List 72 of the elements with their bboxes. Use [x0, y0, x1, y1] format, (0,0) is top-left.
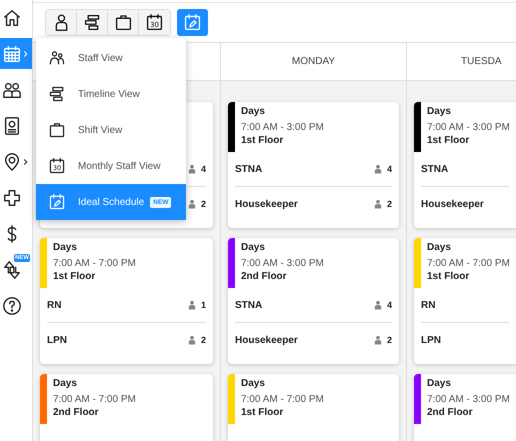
- timeline-bars-icon: [82, 13, 102, 32]
- person-icon: [372, 335, 383, 345]
- shift-location: 1st Floor: [427, 271, 470, 282]
- person-icon: [186, 164, 197, 174]
- menu-item[interactable]: Shift View: [36, 112, 186, 148]
- role-name: Housekeeper: [235, 334, 299, 346]
- role-name: STNA: [235, 300, 264, 310]
- shift-name: Days: [427, 242, 451, 253]
- shift-time: 7:00 AM - 3:00 PM: [427, 394, 510, 405]
- view-button[interactable]: [46, 10, 77, 35]
- shift-location: 1st Floor: [53, 271, 96, 282]
- role-name: LPN: [421, 334, 442, 346]
- staff-count: 4: [200, 164, 206, 174]
- calendar-pen-icon: [183, 13, 202, 32]
- plus-icon: [2, 188, 22, 208]
- menu-item[interactable]: Staff View: [36, 40, 186, 76]
- people-icon: [48, 49, 66, 67]
- role-name: RN: [421, 300, 436, 310]
- shift-name: Days: [53, 242, 77, 253]
- person-icon: [372, 199, 383, 209]
- shift-location: 2nd Floor: [53, 407, 99, 418]
- day-header: TUESDA: [461, 56, 502, 67]
- day-header: MONDAY: [292, 56, 336, 67]
- role-name: STNA: [235, 164, 264, 174]
- role-name: STNA: [421, 164, 450, 174]
- shift-time: 7:00 AM - 7:00 PM: [241, 394, 324, 405]
- timeline-bars-icon: [48, 85, 66, 103]
- person-icon: [186, 335, 197, 345]
- person-icon: [186, 199, 197, 209]
- shift-name: Days: [427, 106, 451, 117]
- shift-location: 1st Floor: [241, 135, 284, 146]
- staff-count: 4: [386, 164, 392, 174]
- location-pin-icon: [2, 152, 22, 172]
- chevron-icon: [23, 158, 28, 166]
- shift-time: 7:00 AM - 7:00 PM: [427, 258, 510, 269]
- role-name: LPN: [47, 334, 68, 346]
- staff-count: 1: [200, 300, 206, 310]
- chevron-icon: [23, 50, 28, 58]
- shift-location: 1st Floor: [241, 407, 284, 418]
- shift-location: 1st Floor: [427, 135, 470, 146]
- home-icon: [2, 8, 22, 28]
- person-icon: [372, 164, 383, 174]
- up-down-arrows-icon: [2, 260, 22, 280]
- staff-count: 2: [200, 199, 206, 209]
- staff-count: 2: [386, 199, 392, 209]
- shift-name: Days: [427, 378, 451, 389]
- id-badge-icon: [2, 116, 22, 136]
- role-name: Housekeeper: [421, 198, 485, 210]
- menu-item[interactable]: Timeline View: [36, 76, 186, 112]
- shift-time: 7:00 AM - 7:00 PM: [53, 258, 136, 269]
- calendar-pen-icon: [48, 193, 66, 211]
- person-icon: [372, 300, 383, 310]
- shift-location: 2nd Floor: [241, 271, 287, 282]
- shift-location: 2nd Floor: [427, 407, 473, 418]
- briefcase-icon: [114, 13, 132, 32]
- person-icon: [186, 300, 197, 310]
- help-icon: [2, 296, 22, 316]
- shift-name: Days: [241, 378, 265, 389]
- calendar-icon: [2, 44, 22, 64]
- shift-name: Days: [53, 378, 77, 389]
- briefcase-icon: [48, 121, 66, 139]
- shift-name: Days: [241, 242, 265, 253]
- shift-time: 7:00 AM - 3:00 PM: [241, 122, 324, 133]
- shift-time: 7:00 AM - 3:00 PM: [427, 122, 510, 133]
- shift-time: 7:00 AM - 3:00 PM: [241, 258, 324, 269]
- shift-time: 7:00 AM - 7:00 PM: [53, 394, 136, 405]
- staff-count: 4: [386, 300, 392, 310]
- shift-name: Days: [241, 106, 265, 117]
- role-name: Housekeeper: [235, 198, 299, 210]
- role-name: RN: [47, 300, 62, 310]
- staff-count: 2: [200, 335, 206, 345]
- staff-count: 2: [386, 335, 392, 345]
